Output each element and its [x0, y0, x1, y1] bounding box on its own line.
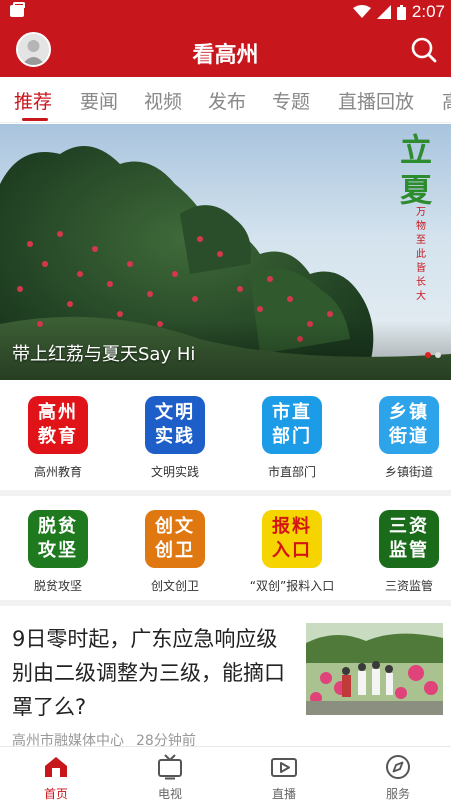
banner-overlay-title: 立夏	[399, 131, 432, 209]
entry-three-assets[interactable]: 三资 监管 三资监管	[364, 510, 451, 594]
status-time: 2:07	[411, 2, 445, 21]
tab-live-replay[interactable]: 直播回放	[338, 87, 414, 114]
nav-services[interactable]: 服务	[358, 753, 438, 802]
entry-report-portal[interactable]: 报料 入口 “双创”报料入口	[240, 510, 344, 594]
wifi-icon	[352, 5, 371, 18]
entry-label: 市直部门	[267, 465, 316, 479]
banner-caption: 带上红荔与夏天Say Hi	[12, 344, 196, 365]
entry-tile: 市直 部门	[262, 396, 322, 454]
search-icon[interactable]	[409, 35, 439, 65]
entry-label: 文明实践	[150, 465, 199, 479]
notification-icon	[10, 2, 25, 17]
news-thumbnail-image	[306, 623, 443, 715]
compass-icon	[386, 755, 410, 779]
entry-tile: 乡镇 街道	[379, 396, 439, 454]
quick-entry-row-1: 高州 教育 高州教育 文明 实践 文明实践 市直 部门 市直部门 乡镇 街道 乡…	[0, 380, 451, 490]
entry-label: “双创”报料入口	[249, 579, 335, 593]
entry-label: 三资监管	[384, 579, 433, 593]
status-bar: 2:07	[0, 0, 451, 24]
news-item[interactable]: 9日零时起，广东应急响应级别由二级调整为三级，能摘口罩了么? 高州市融媒体中心 2…	[0, 606, 451, 749]
entry-towns-streets[interactable]: 乡镇 街道 乡镇街道	[364, 396, 451, 480]
entry-label: 脱贫攻坚	[33, 579, 82, 593]
entry-tile: 高州 教育	[28, 396, 88, 454]
entry-tile: 创文 创卫	[145, 510, 205, 568]
nav-tv[interactable]: 电视	[130, 753, 210, 802]
nav-label: 服务	[385, 787, 410, 801]
banner-overlay-subtitle: 万物至此皆长大	[416, 207, 426, 302]
tab-video[interactable]: 视频	[144, 87, 182, 114]
tab-headlines[interactable]: 要闻	[80, 87, 118, 114]
entry-civilization-practice[interactable]: 文明 实践 文明实践	[130, 396, 220, 480]
news-thumbnail	[306, 623, 443, 715]
entry-label: 乡镇街道	[384, 465, 433, 479]
tab-publish[interactable]: 发布	[208, 87, 246, 114]
entry-tile: 三资 监管	[379, 510, 439, 568]
nav-label: 首页	[43, 787, 68, 801]
news-title: 9日零时起，广东应急响应级别由二级调整为三级，能摘口罩了么?	[12, 627, 285, 719]
active-tab-indicator	[22, 118, 48, 121]
tab-more-partial[interactable]: 高	[442, 87, 451, 114]
channel-tabs: 推荐 要闻 视频 发布 专题 直播回放 高	[0, 77, 451, 123]
battery-icon	[396, 4, 406, 20]
carousel-dot	[435, 352, 441, 358]
quick-entry-row-2: 脱贫 攻坚 脱贫攻坚 创文 创卫 创文创卫 报料 入口 “双创”报料入口 三资 …	[0, 496, 451, 600]
tv-icon	[158, 754, 182, 780]
nav-label: 电视	[157, 787, 182, 801]
entry-gaozhou-education[interactable]: 高州 教育 高州教育	[13, 396, 103, 480]
carousel-dots	[425, 352, 441, 358]
entry-label: 高州教育	[33, 465, 82, 479]
tab-topics[interactable]: 专题	[272, 87, 310, 114]
tab-recommend[interactable]: 推荐	[14, 87, 52, 114]
nav-home[interactable]: 首页	[16, 753, 96, 802]
app-header: 看高州	[0, 24, 451, 77]
entry-tile: 脱贫 攻坚	[28, 510, 88, 568]
signal-icon	[376, 5, 391, 19]
entry-civilized-city[interactable]: 创文 创卫 创文创卫	[130, 510, 220, 594]
home-icon	[45, 757, 67, 777]
nav-label: 直播	[271, 787, 296, 801]
live-video-icon	[271, 758, 297, 777]
entry-poverty-alleviation[interactable]: 脱贫 攻坚 脱贫攻坚	[13, 510, 103, 594]
entry-tile: 报料 入口	[262, 510, 322, 568]
entry-label: 创文创卫	[150, 579, 199, 593]
hero-banner[interactable]: 立夏 万物至此皆长大 带上红荔与夏天Say Hi	[0, 124, 451, 380]
bottom-navigation: 首页 电视 直播 服务	[0, 746, 451, 805]
entry-tile: 文明 实践	[145, 396, 205, 454]
carousel-dot-active	[425, 352, 431, 358]
page-title: 看高州	[192, 43, 259, 68]
entry-city-departments[interactable]: 市直 部门 市直部门	[247, 396, 337, 480]
nav-live[interactable]: 直播	[244, 753, 324, 802]
